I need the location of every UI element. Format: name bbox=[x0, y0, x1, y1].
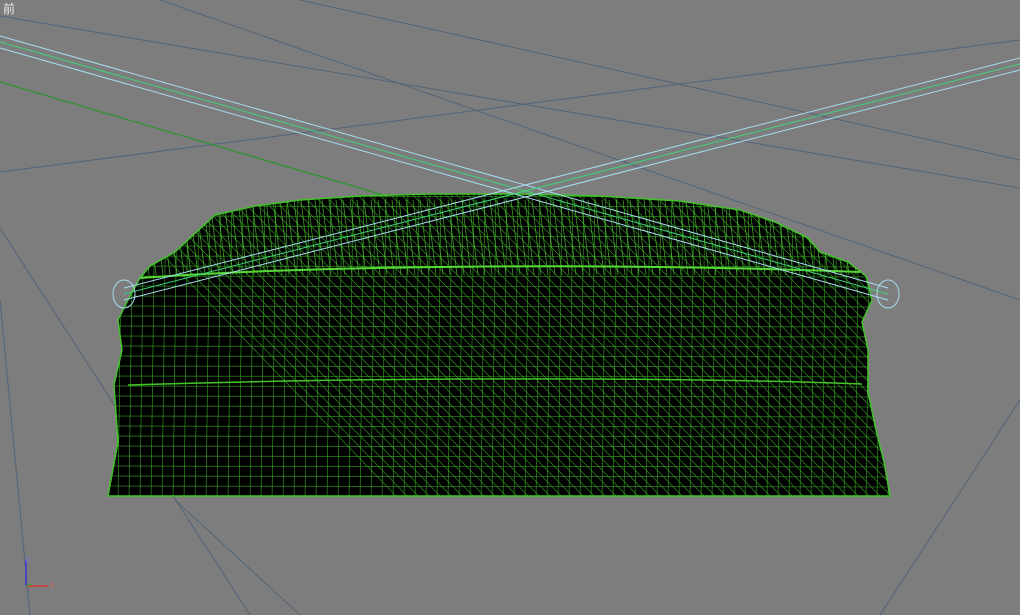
axis-x-label: x bbox=[50, 580, 55, 589]
grid-line bbox=[0, 15, 1020, 189]
mesh-wire-d bbox=[892, 190, 1020, 500]
mesh-wire-v bbox=[887, 194, 890, 496]
cloth-mesh[interactable] bbox=[96, 190, 1020, 500]
grid-line bbox=[174, 499, 301, 615]
mesh-wire-top bbox=[853, 199, 864, 276]
mesh-wire-d bbox=[858, 194, 890, 496]
mesh-wire-v bbox=[108, 194, 112, 496]
mesh-wire-v bbox=[96, 190, 100, 500]
mesh-wire-d bbox=[869, 194, 890, 496]
mesh-wire-d bbox=[880, 194, 890, 496]
grid-line bbox=[0, 39, 1020, 173]
scene-canvas[interactable] bbox=[0, 0, 1020, 615]
grid-line bbox=[299, 0, 1020, 161]
viewport-label[interactable]: 前 bbox=[3, 2, 15, 16]
grid-line bbox=[879, 399, 1020, 615]
mesh-wire-top bbox=[139, 199, 150, 276]
axis-z-label: z bbox=[25, 555, 30, 564]
viewport-front[interactable]: 前 z x bbox=[0, 0, 1020, 615]
world-axis-line bbox=[0, 81, 401, 201]
mesh-wire-top bbox=[146, 199, 157, 276]
cloth-mesh-body[interactable] bbox=[107, 193, 891, 497]
